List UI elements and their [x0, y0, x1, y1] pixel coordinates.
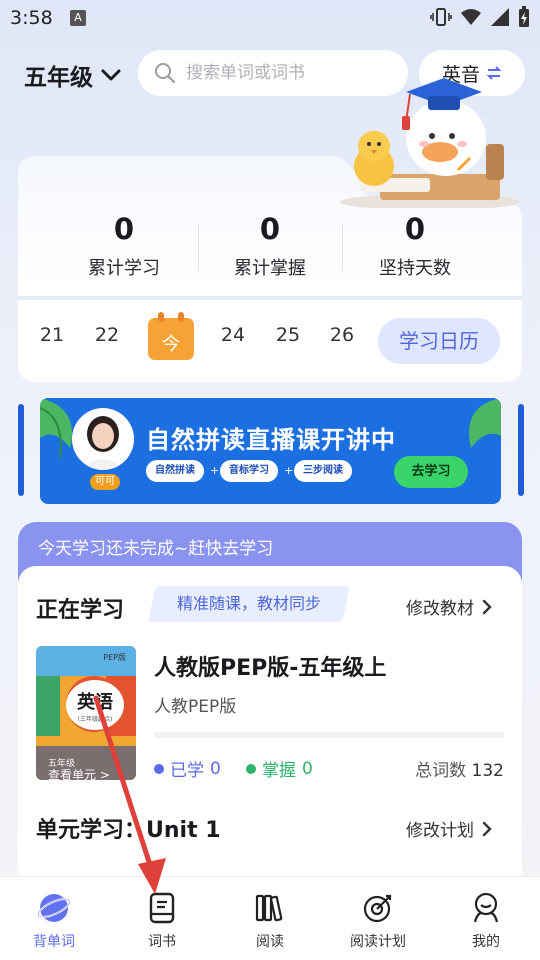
modify-plan-link[interactable]: 修改计划: [406, 816, 492, 841]
battery-icon: [519, 6, 529, 27]
status-bar: 3:58 A: [0, 0, 540, 36]
calendar-day[interactable]: 25: [268, 324, 308, 346]
stat-label: 坚持天数: [379, 258, 451, 279]
book-progress-bar: [154, 732, 504, 738]
teacher-name: 可可: [90, 474, 120, 490]
calendar-day[interactable]: 24: [213, 324, 253, 346]
vibrate-icon: [430, 8, 452, 26]
tab-memorize-words[interactable]: 背单词: [9, 891, 99, 951]
learning-notice: 今天学习还未完成~赶快去学习: [38, 539, 274, 559]
total-words: 总词数 132: [415, 756, 504, 781]
calendar-today[interactable]: 今: [148, 312, 194, 360]
search-icon: [155, 63, 176, 84]
book-subject-sub: (三年级起点): [77, 716, 113, 723]
stat-value: 0: [113, 212, 135, 246]
mastered-stat: 掌握 0: [246, 756, 313, 781]
book-cover[interactable]: PEP版 英语 (三年级起点) 五年级 查看单元 >: [36, 646, 136, 780]
tab-label: 我的: [472, 934, 500, 950]
stat-streak-days: 0 坚持天数: [345, 212, 485, 280]
learning-card: 正在学习 精准随课，教材同步 修改教材 PEP版 英语 (三年级起点) 五年级 …: [18, 566, 522, 886]
stat-total-learned: 0 累计学习: [54, 212, 194, 280]
teacher-avatar: [72, 408, 134, 470]
tab-reading-plan[interactable]: 阅读计划: [333, 891, 423, 951]
modify-plan-label: 修改计划: [406, 821, 474, 841]
book-subject: 英语: [77, 692, 113, 713]
book-publisher: 人教PEP版: [154, 697, 237, 717]
study-calendar-button[interactable]: 学习日历: [378, 318, 500, 364]
mastered-count: 0: [302, 758, 313, 779]
stat-value: 0: [404, 212, 426, 246]
status-time: 3:58: [10, 7, 53, 29]
banner-step: 音标学习: [220, 460, 278, 482]
stat-label: 累计掌握: [234, 258, 306, 279]
book-icon: [149, 892, 175, 924]
stat-value: 0: [259, 212, 281, 246]
duck-mascot-illustration: [340, 78, 520, 208]
tab-profile[interactable]: 我的: [441, 891, 531, 951]
profile-icon: [473, 892, 499, 923]
banner-step: 自然拼读: [146, 460, 204, 482]
tab-label: 阅读计划: [350, 934, 406, 950]
learning-section: 今天学习还未完成~赶快去学习 正在学习 精准随课，教材同步 修改教材 PEP版 …: [18, 522, 522, 886]
wifi-icon: [461, 9, 481, 25]
tab-reading[interactable]: 阅读: [225, 891, 315, 951]
tab-label: 背单词: [33, 934, 75, 950]
planet-icon: [37, 894, 71, 922]
signal-icon: [491, 8, 509, 26]
tab-label: 阅读: [256, 934, 284, 950]
sync-tag-label: 精准随课，教材同步: [176, 594, 321, 613]
banner-step: 三步阅读: [294, 460, 352, 482]
plus-sign: +: [210, 464, 220, 477]
learned-label: 已学: [170, 761, 204, 781]
calendar-rings: [156, 312, 186, 322]
target-icon: [363, 894, 392, 923]
unit-learning-title: 单元学习：Unit 1: [36, 818, 221, 843]
total-label: 总词数: [415, 761, 467, 781]
carousel-next-peek: [518, 404, 524, 496]
grade-label: 五年级: [24, 65, 93, 91]
book-badge: PEP版: [103, 653, 126, 662]
divider: [198, 224, 199, 272]
mastered-label: 掌握: [262, 761, 296, 781]
chevron-right-icon: [482, 599, 492, 614]
modify-book-label: 修改教材: [406, 599, 474, 619]
carousel-prev-peek: [18, 404, 24, 496]
bottom-tab-bar: 背单词 词书 阅读 阅读计划 我的: [0, 876, 540, 960]
book-title: 人教版PEP版-五年级上: [154, 656, 387, 681]
calendar-day[interactable]: 26: [322, 324, 362, 346]
status-icons: [430, 6, 530, 28]
divider: [342, 224, 343, 272]
learned-count: 0: [210, 758, 221, 779]
stat-total-mastered: 0 累计掌握: [200, 212, 340, 280]
learned-dot: [154, 763, 164, 774]
book-subject-badge: 英语 (三年级起点): [66, 680, 124, 730]
sync-tag: 精准随课，教材同步: [148, 586, 350, 622]
promo-banner-carousel[interactable]: 可可 自然拼读直播课开讲中 自然拼读 + 音标学习 + 三步阅读 去学习: [0, 398, 540, 504]
modify-book-link[interactable]: 修改教材: [406, 594, 492, 619]
banner-title: 自然拼读直播课开讲中: [146, 426, 396, 454]
mastered-dot: [246, 763, 256, 774]
plus-sign: +: [284, 464, 294, 477]
current-learning-title: 正在学习: [36, 598, 125, 623]
go-learn-button[interactable]: 去学习: [394, 456, 468, 488]
notification-icon: A: [70, 10, 86, 26]
grade-selector[interactable]: 五年级: [24, 58, 121, 92]
tab-label: 词书: [148, 934, 176, 950]
learned-stat: 已学 0: [154, 756, 221, 781]
calendar-day[interactable]: 22: [87, 324, 127, 346]
view-units-button[interactable]: 查看单元 >: [48, 766, 110, 780]
calendar-day[interactable]: 21: [32, 324, 72, 346]
leaf-decoration: [469, 398, 501, 448]
chevron-right-icon: [482, 821, 492, 836]
chevron-down-icon: [101, 69, 121, 81]
books-icon: [255, 894, 283, 922]
today-label: 今: [162, 334, 180, 355]
stat-label: 累计学习: [88, 258, 160, 279]
promo-banner[interactable]: 可可 自然拼读直播课开讲中 自然拼读 + 音标学习 + 三步阅读 去学习: [40, 398, 501, 504]
total-count: 132: [471, 761, 504, 781]
tab-word-books[interactable]: 词书: [117, 891, 207, 951]
